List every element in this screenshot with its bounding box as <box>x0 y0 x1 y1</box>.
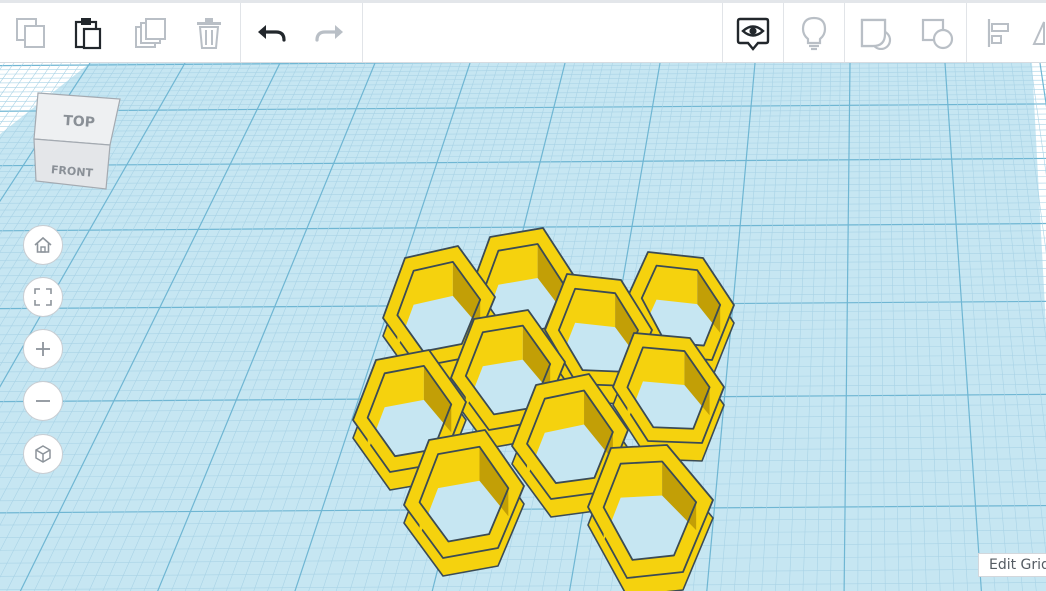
zoom-in-button[interactable] <box>23 329 63 369</box>
align-button[interactable] <box>978 3 1018 62</box>
mirror-icon <box>1032 21 1045 45</box>
trash-icon <box>197 17 221 49</box>
toolbar-divider <box>722 3 723 62</box>
duplicate-icon <box>135 17 166 48</box>
copy-button[interactable] <box>8 3 54 62</box>
toolbar-divider <box>844 3 845 62</box>
zoom-out-button[interactable] <box>23 381 63 421</box>
ungroup-icon <box>921 18 954 49</box>
main-toolbar <box>0 3 1046 63</box>
view-cube-top-label: TOP <box>63 113 96 131</box>
duplicate-button[interactable] <box>127 3 173 62</box>
lightbulb-icon <box>801 16 827 50</box>
edit-grid-button[interactable]: Edit Grid <box>978 553 1046 577</box>
workplane-canvas[interactable]: TOP FRONT <box>0 63 1046 591</box>
group-button[interactable] <box>852 3 900 62</box>
align-icon <box>987 18 1009 47</box>
notes-button[interactable] <box>790 3 838 62</box>
toolbar-divider <box>966 3 967 62</box>
redo-icon <box>315 24 343 42</box>
toolbar-divider <box>783 3 784 62</box>
fit-icon <box>34 288 52 306</box>
eye-bubble-icon <box>736 17 770 51</box>
mirror-button[interactable] <box>1026 3 1046 62</box>
show-all-button[interactable] <box>728 3 778 62</box>
paste-button[interactable] <box>65 3 111 62</box>
zoom-out-icon <box>36 400 50 402</box>
redo-button[interactable] <box>307 3 353 62</box>
zoom-in-icon <box>36 342 50 356</box>
ungroup-button[interactable] <box>913 3 961 62</box>
perspective-toggle-button[interactable] <box>23 434 63 474</box>
perspective-icon <box>35 445 51 463</box>
view-cube[interactable]: TOP FRONT <box>24 85 134 195</box>
workplane-scene <box>0 63 1046 591</box>
paste-icon <box>74 17 102 49</box>
home-view-button[interactable] <box>23 225 63 265</box>
toolbar-divider <box>362 3 363 62</box>
delete-button[interactable] <box>186 3 232 62</box>
group-icon <box>860 18 892 50</box>
copy-icon <box>16 17 45 48</box>
toolbar-divider <box>240 3 241 62</box>
home-icon <box>34 236 52 253</box>
undo-icon <box>258 24 286 42</box>
undo-button[interactable] <box>248 3 294 62</box>
fit-view-button[interactable] <box>23 277 63 317</box>
